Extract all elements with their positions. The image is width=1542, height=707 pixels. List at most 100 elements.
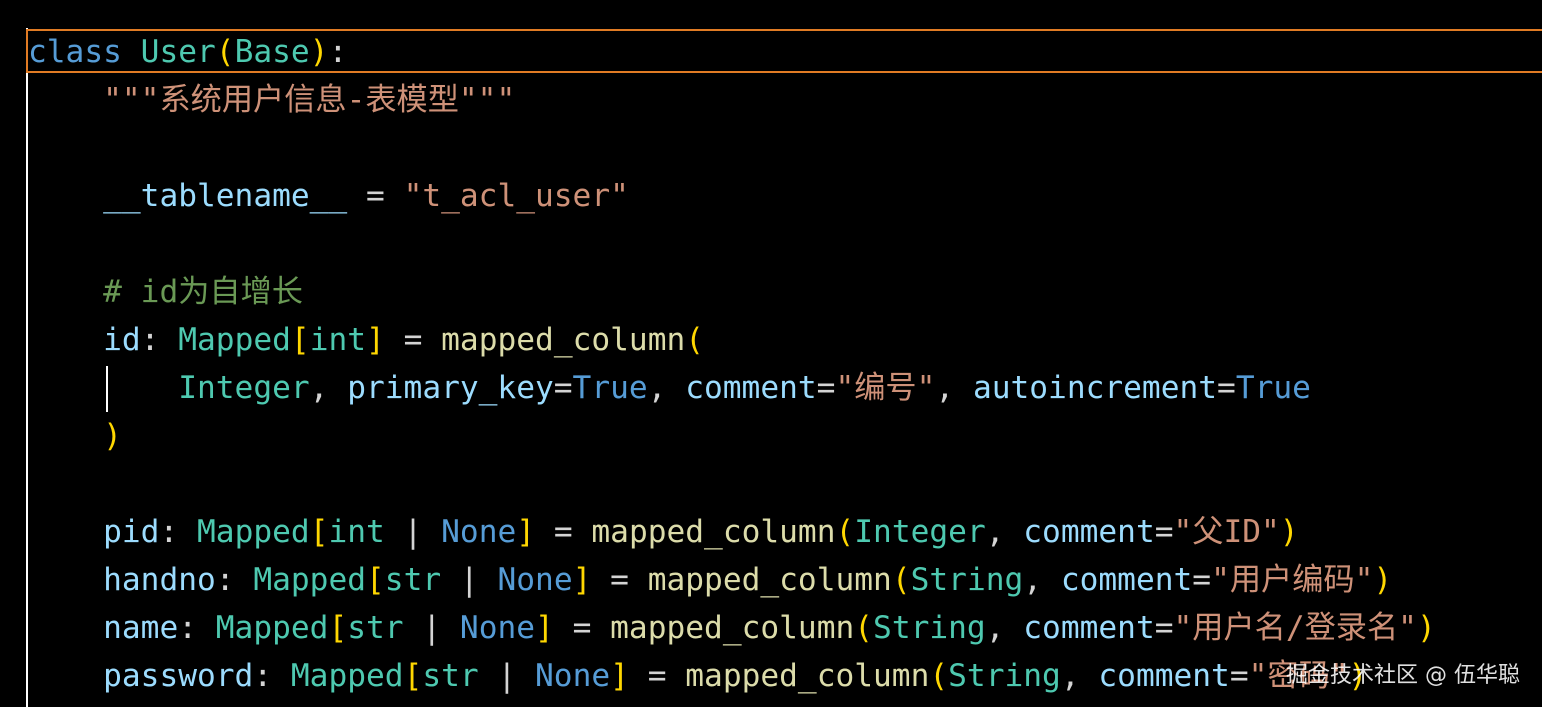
code-token: [ <box>366 562 385 598</box>
code-token: ] <box>535 610 554 646</box>
code-token: [ <box>403 658 423 694</box>
code-token: ] <box>516 514 536 550</box>
code-editor[interactable]: class User(Base): """系统用户信息-表模型""" __tab… <box>0 0 1542 707</box>
code-token: : <box>215 562 254 598</box>
code-token: None <box>459 610 536 646</box>
code-token: int <box>309 322 367 358</box>
code-token: = <box>553 370 573 406</box>
code-line[interactable]: Integer, primary_key=True, comment="编号",… <box>28 364 1311 412</box>
code-token: primary_key <box>347 370 554 406</box>
code-token: = <box>591 562 648 598</box>
code-token: str <box>422 658 479 694</box>
code-line[interactable]: pid: Mapped[int | None] = mapped_column(… <box>28 508 1299 556</box>
code-token: password <box>103 658 254 694</box>
code-token: ) <box>1373 562 1393 598</box>
code-token: True <box>572 370 648 406</box>
code-token: True <box>1235 370 1311 406</box>
code-token: Mapped <box>253 562 367 598</box>
code-token: Mapped <box>215 610 329 646</box>
code-token: | <box>384 514 442 550</box>
code-token: , <box>985 514 1024 550</box>
code-token: "t_acl_user" <box>403 178 629 214</box>
code-token: mapped_column <box>685 658 930 694</box>
code-token: """系统用户信息-表模型""" <box>103 82 516 118</box>
code-token: str <box>347 610 404 646</box>
code-token: mapped_column <box>441 322 686 358</box>
code-line[interactable]: ) <box>28 412 122 460</box>
code-token: # id为自增长 <box>103 274 303 310</box>
code-token: Integer <box>854 514 986 550</box>
code-token: = <box>628 658 686 694</box>
code-line[interactable]: """系统用户信息-表模型""" <box>28 76 515 124</box>
code-token: None <box>441 514 517 550</box>
code-token: "编号" <box>835 370 936 406</box>
code-token: name <box>103 610 179 646</box>
code-token: String <box>910 562 1024 598</box>
code-token: = <box>1192 562 1212 598</box>
code-token: , <box>1060 658 1099 694</box>
code-token: , <box>985 610 1024 646</box>
code-token: None <box>497 562 573 598</box>
code-token: Mapped <box>197 514 310 550</box>
code-token: ] <box>366 322 385 358</box>
code-token: [ <box>328 610 348 646</box>
code-line[interactable]: # id为自增长 <box>28 268 303 316</box>
code-token: autoincrement <box>972 370 1218 406</box>
code-token: "用户名/登录名" <box>1173 610 1417 646</box>
code-token: comment <box>1023 610 1155 646</box>
code-token: = <box>347 178 404 214</box>
code-token: mapped_column <box>610 610 855 646</box>
code-token: , <box>309 370 348 406</box>
code-token: : <box>159 514 198 550</box>
code-line[interactable]: handno: Mapped[str | None] = mapped_colu… <box>28 556 1392 604</box>
code-token: int <box>328 514 385 550</box>
code-token: ( <box>215 34 235 70</box>
code-token: , <box>647 370 686 406</box>
code-line[interactable]: class User(Base): <box>28 28 347 76</box>
code-token: ] <box>572 562 592 598</box>
code-line[interactable]: name: Mapped[str | None] = mapped_column… <box>28 604 1436 652</box>
code-token: = <box>1154 514 1174 550</box>
code-token: ) <box>103 418 122 454</box>
code-token: : <box>328 34 348 70</box>
code-token: ) <box>1279 514 1299 550</box>
code-token: = <box>384 322 442 358</box>
code-token: pid <box>103 514 160 550</box>
code-token: "父ID" <box>1173 514 1280 550</box>
code-token: , <box>935 370 973 406</box>
code-line[interactable]: __tablename__ = "t_acl_user" <box>28 172 629 220</box>
code-token: comment <box>1098 658 1230 694</box>
code-token: comment <box>685 370 817 406</box>
code-token: mapped_column <box>647 562 892 598</box>
code-token: ( <box>854 610 874 646</box>
code-token: : <box>140 322 179 358</box>
code-token: str <box>384 562 442 598</box>
code-token: | <box>441 562 498 598</box>
code-token: comment <box>1023 514 1155 550</box>
code-token: class <box>28 34 122 70</box>
code-token: Mapped <box>290 658 404 694</box>
code-token: String <box>873 610 986 646</box>
code-line[interactable]: id: Mapped[int] = mapped_column( <box>28 316 704 364</box>
code-token: ( <box>685 322 705 358</box>
code-token: None <box>535 658 611 694</box>
code-token: User <box>140 34 216 70</box>
code-token: | <box>478 658 536 694</box>
code-line[interactable]: password: Mapped[str | None] = mapped_co… <box>28 652 1367 700</box>
code-token: [ <box>309 514 329 550</box>
code-token: "用户编码" <box>1211 562 1374 598</box>
code-token: ( <box>891 562 911 598</box>
code-token: String <box>948 658 1061 694</box>
code-token: = <box>1154 610 1174 646</box>
code-token: [ <box>290 322 310 358</box>
code-token: ( <box>835 514 855 550</box>
code-token: ] <box>610 658 629 694</box>
code-token: Mapped <box>178 322 291 358</box>
